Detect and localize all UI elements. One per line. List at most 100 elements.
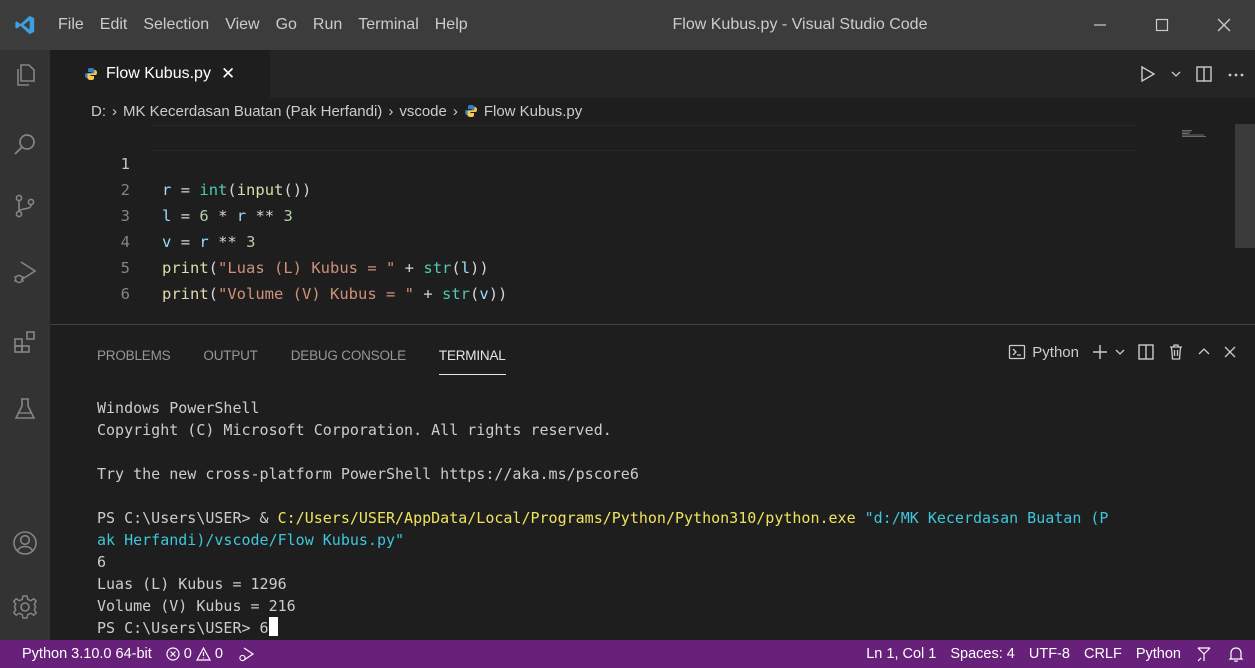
python-file-icon	[85, 68, 97, 80]
chevron-down-icon[interactable]	[1171, 69, 1181, 79]
terminal-line: ak Herfandi)/vscode/Flow Kubus.py"	[97, 531, 405, 549]
manage-button[interactable]	[0, 582, 50, 632]
trash-icon[interactable]	[1167, 343, 1185, 361]
breadcrumb-drive[interactable]: D:	[91, 103, 106, 120]
close-icon[interactable]	[1223, 345, 1237, 359]
flask-icon	[14, 398, 36, 419]
close-window-button[interactable]	[1193, 0, 1255, 50]
panel-actions: Python	[1008, 343, 1237, 361]
tab-flow-kubus[interactable]: Flow Kubus.py ✕	[50, 50, 270, 98]
terminal-line: 6	[97, 553, 107, 571]
run-debug-status-icon[interactable]	[237, 645, 255, 663]
feedback-icon[interactable]	[1195, 645, 1213, 663]
tab-debug-console[interactable]: DEBUG CONSOLE	[291, 325, 406, 383]
terminal-cursor	[268, 617, 278, 636]
terminal-line: Luas (L) Kubus = 1296	[97, 575, 287, 593]
tab-label: Flow Kubus.py	[106, 65, 211, 82]
python-interpreter-status[interactable]: Python 3.10.0 64-bit	[22, 646, 152, 662]
breadcrumb-file[interactable]: Flow Kubus.py	[484, 103, 582, 120]
menu-go[interactable]: Go	[268, 0, 305, 50]
status-right: Ln 1, Col 1 Spaces: 4 UTF-8 CRLF Python	[866, 640, 1245, 668]
code-line: 2 l = 6 * r ** 3	[50, 151, 1150, 225]
status-left: Python 3.10.0 64-bit 0 0	[22, 640, 255, 668]
menu-selection[interactable]: Selection	[135, 0, 217, 50]
chevron-up-icon[interactable]	[1197, 345, 1211, 359]
explorer-button[interactable]	[0, 50, 50, 100]
code-editor[interactable]: 1 r = int(input()) 2 l = 6 * r ** 3 3 v …	[50, 124, 1255, 324]
minimap[interactable]	[1182, 130, 1212, 138]
indentation-status[interactable]: Spaces: 4	[950, 646, 1015, 662]
search-button[interactable]	[0, 120, 50, 170]
chevron-right-icon: ›	[452, 102, 458, 120]
split-terminal-icon[interactable]	[1137, 343, 1155, 361]
breadcrumb-subfolder[interactable]: vscode	[399, 103, 447, 120]
terminal-line: Try the new cross-platform PowerShell ht…	[97, 465, 639, 483]
code-line: 6	[50, 255, 1150, 303]
activity-bar	[0, 50, 50, 640]
explorer-icon	[17, 64, 35, 86]
error-icon	[166, 647, 180, 661]
source-control-button[interactable]	[0, 181, 50, 231]
tab-close-button[interactable]: ✕	[221, 64, 235, 84]
warning-count: 0	[214, 646, 223, 662]
menu-terminal[interactable]: Terminal	[350, 0, 426, 50]
chevron-down-icon[interactable]	[1115, 347, 1125, 357]
menu-view[interactable]: View	[217, 0, 267, 50]
error-count: 0	[183, 646, 192, 662]
code-line: 5 print("Volume (V) Kubus = " + str(v))	[50, 229, 1150, 303]
more-actions-icon[interactable]	[1227, 65, 1245, 83]
notification-bell-icon[interactable]	[1227, 645, 1245, 663]
language-mode-status[interactable]: Python	[1136, 646, 1181, 662]
gear-icon	[12, 595, 38, 619]
account-icon	[13, 531, 37, 555]
tab-problems[interactable]: PROBLEMS	[97, 325, 171, 383]
menu-run[interactable]: Run	[305, 0, 350, 50]
tab-terminal[interactable]: TERMINAL	[438, 325, 506, 383]
editor-tab-bar: Flow Kubus.py ✕	[50, 50, 1255, 98]
vscode-logo-icon	[0, 0, 50, 50]
status-bar: Python 3.10.0 64-bit 0 0 Ln 1, Col 1 Spa…	[0, 640, 1255, 668]
terminal-line: Copyright (C) Microsoft Corporation. All…	[97, 421, 612, 439]
terminal-output[interactable]: Windows PowerShell Copyright (C) Microso…	[97, 397, 1237, 639]
title-bar: File Edit Selection View Go Run Terminal…	[0, 0, 1255, 50]
window-title: Flow Kubus.py - Visual Studio Code	[672, 16, 928, 33]
breadcrumb-folder[interactable]: MK Kecerdasan Buatan (Pak Herfandi)	[123, 103, 382, 120]
accounts-button[interactable]	[0, 518, 50, 568]
encoding-status[interactable]: UTF-8	[1029, 646, 1070, 662]
maximize-button[interactable]	[1131, 0, 1193, 50]
chevron-right-icon: ›	[112, 102, 117, 120]
editor-actions	[1139, 50, 1245, 98]
testing-button[interactable]	[0, 384, 50, 434]
code-line: 3 v = r ** 3	[50, 177, 1150, 251]
code-line: 4 print("Luas (L) Kubus = " + str(l))	[50, 203, 1150, 277]
editor-scrollbar[interactable]	[1235, 124, 1255, 248]
minimize-icon	[1094, 24, 1106, 26]
menu-help[interactable]: Help	[427, 0, 476, 50]
split-editor-icon[interactable]	[1195, 65, 1213, 83]
plus-icon[interactable]	[1091, 343, 1109, 361]
close-icon	[1217, 18, 1231, 32]
bottom-panel: PROBLEMS OUTPUT DEBUG CONSOLE TERMINAL P…	[50, 324, 1255, 640]
script-argument: "d:/MK Kecerdasan Buatan (P	[864, 509, 1109, 527]
tab-output[interactable]: OUTPUT	[203, 325, 257, 383]
chevron-right-icon: ›	[388, 102, 394, 120]
run-debug-button[interactable]	[0, 247, 50, 297]
terminal-prompt: PS C:\Users\USER> 6	[97, 619, 269, 637]
minimize-button[interactable]	[1069, 0, 1131, 50]
terminal-selector[interactable]: Python	[1032, 344, 1079, 361]
line-number: 6	[120, 285, 130, 303]
cursor-position-status[interactable]: Ln 1, Col 1	[866, 646, 936, 662]
eol-status[interactable]: CRLF	[1084, 646, 1122, 662]
problems-status[interactable]: 0 0	[166, 646, 223, 662]
source-control-icon	[15, 194, 35, 218]
window-controls	[1069, 0, 1255, 50]
terminal-icon	[1009, 344, 1026, 360]
run-python-file-icon[interactable]	[1139, 65, 1157, 83]
menu-edit[interactable]: Edit	[92, 0, 136, 50]
extensions-button[interactable]	[0, 317, 50, 367]
menu-file[interactable]: File	[50, 0, 92, 50]
search-icon	[14, 134, 35, 155]
terminal-line: Windows PowerShell	[97, 399, 260, 417]
